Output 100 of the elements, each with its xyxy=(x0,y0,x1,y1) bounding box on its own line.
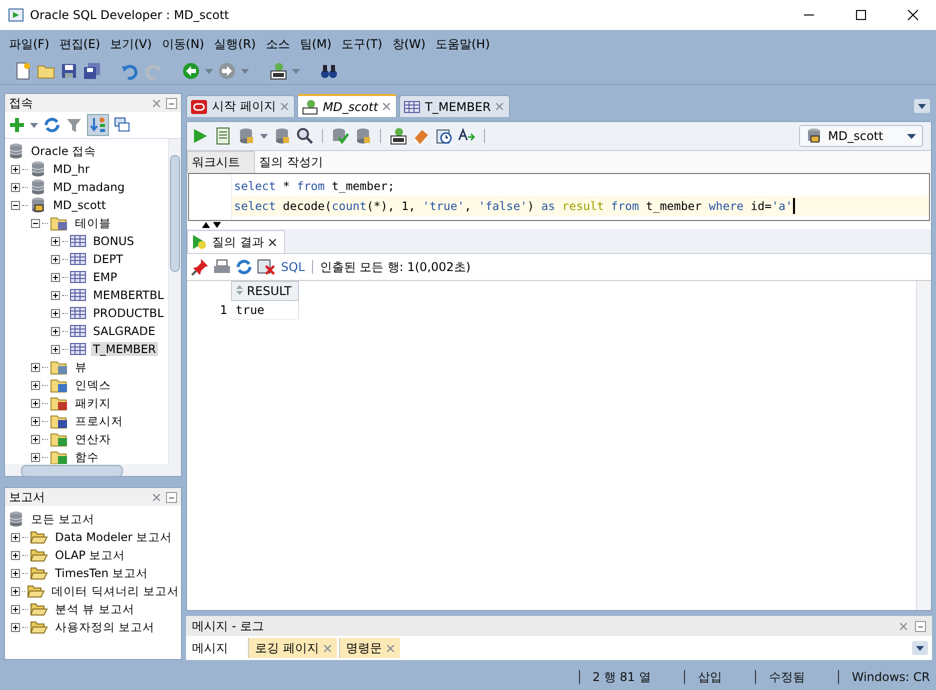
menu-item[interactable]: 도움말(H) xyxy=(430,36,495,52)
menu-item[interactable]: 파일(F) xyxy=(4,36,54,52)
tree-item[interactable]: 테이블 xyxy=(73,216,113,230)
expand-icon[interactable] xyxy=(11,586,20,596)
database-icon[interactable] xyxy=(237,127,255,145)
tree-item[interactable]: TimesTen 보고서 xyxy=(53,566,150,580)
code-editor[interactable]: select * from t_member; select decode(count(*), 1, 'true', 'false') as result from t_member where id='a' xyxy=(188,173,930,221)
search-icon[interactable] xyxy=(296,127,314,145)
windows-icon[interactable] xyxy=(114,117,130,133)
close-icon[interactable] xyxy=(907,9,919,21)
expand-icon[interactable] xyxy=(11,568,20,578)
expand-icon[interactable] xyxy=(51,308,60,318)
scrollbar[interactable] xyxy=(5,464,181,476)
menu-item[interactable]: 이동(N) xyxy=(156,36,210,52)
menu-item[interactable]: 편집(E) xyxy=(54,36,106,52)
expand-icon[interactable] xyxy=(11,532,20,542)
tree-item[interactable]: MD_scott xyxy=(51,198,108,212)
tree-item[interactable]: MEMBERTBL xyxy=(91,288,166,302)
tree-item[interactable]: MD_madang xyxy=(51,180,127,194)
expand-icon[interactable] xyxy=(31,380,40,390)
dropdown-icon[interactable] xyxy=(912,641,928,655)
save-all-icon[interactable] xyxy=(83,62,101,80)
tree-item[interactable]: BONUS xyxy=(91,234,136,248)
delete-icon[interactable] xyxy=(257,258,275,276)
worksheet-tab[interactable]: 질의 작성기 xyxy=(255,152,337,172)
database-icon[interactable] xyxy=(354,127,372,145)
tree-item[interactable]: DEPT xyxy=(91,252,126,266)
tree-item[interactable]: Data Modeler 보고서 xyxy=(53,530,174,544)
expand-icon[interactable] xyxy=(11,622,20,632)
tree-item[interactable]: 프로시저 xyxy=(73,414,125,428)
worksheet-tab[interactable]: 워크시트 xyxy=(187,151,255,173)
editor-tab[interactable]: MD_scott xyxy=(296,94,398,117)
tree-item[interactable]: 인덱스 xyxy=(73,378,113,392)
tree-item[interactable]: 데이터 딕셔너리 보고서 xyxy=(50,584,181,598)
new-file-icon[interactable] xyxy=(14,62,32,80)
printer-icon[interactable] xyxy=(213,258,231,276)
eraser-icon[interactable] xyxy=(412,127,430,145)
tree-item[interactable]: MD_hr xyxy=(51,162,92,176)
refresh-icon[interactable] xyxy=(43,116,61,134)
scrollbar[interactable] xyxy=(916,281,931,610)
tree-item[interactable]: SALGRADE xyxy=(91,324,158,338)
expand-icon[interactable] xyxy=(11,604,20,614)
tree-item[interactable]: 뷰 xyxy=(73,360,89,374)
expand-icon[interactable] xyxy=(31,452,40,462)
script-icon[interactable] xyxy=(214,127,232,145)
expand-icon[interactable] xyxy=(11,164,20,174)
tree-item[interactable]: 모든 보고서 xyxy=(29,512,97,526)
tree-item[interactable]: OLAP 보고서 xyxy=(53,548,128,562)
filter-icon[interactable] xyxy=(66,117,82,133)
clock-icon[interactable] xyxy=(435,127,453,145)
editor-tab[interactable]: T_MEMBER xyxy=(399,95,510,117)
dropdown-icon[interactable] xyxy=(914,99,930,113)
plus-icon[interactable] xyxy=(9,117,25,133)
caret-icon[interactable] xyxy=(30,122,38,128)
tree-item[interactable]: PRODUCTBL xyxy=(91,306,166,320)
tree-item[interactable]: Oracle 접속 xyxy=(29,144,98,158)
tree-item[interactable]: T_MEMBER xyxy=(91,342,158,356)
tree-item[interactable]: 사용자정의 보고서 xyxy=(53,620,157,634)
expand-icon[interactable] xyxy=(51,290,60,300)
save-icon[interactable] xyxy=(60,62,78,80)
forward-icon[interactable] xyxy=(218,62,236,80)
menu-item[interactable]: 소스 xyxy=(260,36,295,52)
expand-icon[interactable] xyxy=(51,254,60,264)
menu-item[interactable]: 창(W) xyxy=(387,36,430,52)
database-icon[interactable] xyxy=(273,127,291,145)
expand-icon[interactable] xyxy=(31,434,40,444)
sort-icon[interactable] xyxy=(87,114,109,136)
messages-tab[interactable]: 로깅 페이지 xyxy=(248,638,337,658)
tree-item[interactable]: 패키지 xyxy=(73,396,113,410)
binoculars-icon[interactable] xyxy=(320,62,338,80)
tree-item[interactable]: 분석 뷰 보고서 xyxy=(53,602,136,616)
refresh-icon[interactable] xyxy=(235,258,253,276)
tree-item[interactable]: EMP xyxy=(91,270,120,284)
expand-icon[interactable] xyxy=(31,362,40,372)
expand-icon[interactable] xyxy=(11,182,20,192)
menu-item[interactable]: 팀(M) xyxy=(294,36,337,52)
editor-tab[interactable]: 시작 페이지 xyxy=(186,95,295,117)
collapse-icon[interactable] xyxy=(11,200,20,210)
results-tab[interactable]: 질의 결과 xyxy=(187,230,285,253)
scrollbar[interactable] xyxy=(168,139,181,464)
close-icon[interactable] xyxy=(268,238,276,246)
expand-icon[interactable] xyxy=(51,236,60,246)
expand-icon[interactable] xyxy=(51,272,60,282)
back-icon[interactable] xyxy=(182,62,200,80)
menu-item[interactable]: 도구(T) xyxy=(336,36,388,52)
sql-link[interactable]: SQL xyxy=(281,260,305,274)
menu-item[interactable]: 보기(V) xyxy=(105,36,157,52)
pin-icon[interactable] xyxy=(191,258,209,276)
expand-icon[interactable] xyxy=(51,344,60,354)
expand-icon[interactable] xyxy=(31,398,40,408)
maximize-icon[interactable] xyxy=(855,9,867,21)
tree-item[interactable]: 연산자 xyxy=(73,432,113,446)
collapse-icon[interactable] xyxy=(31,218,40,228)
expand-icon[interactable] xyxy=(51,326,60,336)
column-header[interactable]: RESULT xyxy=(232,282,298,300)
caret-icon[interactable] xyxy=(260,134,268,138)
messages-tab[interactable]: 명령문 xyxy=(338,638,400,658)
menu-item[interactable]: 실행(R) xyxy=(209,36,261,52)
expand-icon[interactable] xyxy=(11,550,20,560)
check-database-icon[interactable] xyxy=(331,127,349,145)
